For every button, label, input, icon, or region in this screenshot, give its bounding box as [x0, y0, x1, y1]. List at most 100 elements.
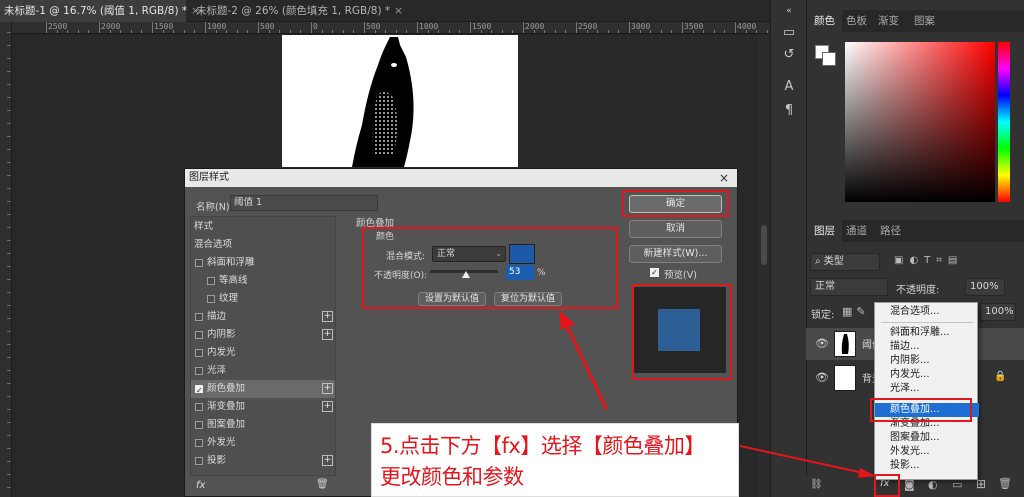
- ruler-tick: [629, 22, 630, 33]
- paragraph-icon[interactable]: ¶: [780, 102, 798, 120]
- effect-label: 颜色叠加: [207, 383, 246, 394]
- sidebar-effect-item[interactable]: 渐变叠加 +: [191, 398, 335, 416]
- menu-item-drop-shadow[interactable]: 投影...: [875, 459, 979, 473]
- ruler-tick: [173, 30, 175, 33]
- ruler-tick: [7, 45, 11, 46]
- close-tab-icon[interactable]: ×: [394, 5, 403, 17]
- visibility-eye-icon[interactable]: 👁: [815, 337, 829, 350]
- link-layers-icon[interactable]: ⛓: [810, 479, 823, 490]
- effect-checkbox[interactable]: [195, 331, 203, 339]
- dialog-title: 图层样式: [189, 172, 229, 183]
- tab-patterns[interactable]: 图案: [907, 10, 942, 32]
- menu-item-outer-glow[interactable]: 外发光...: [875, 445, 979, 459]
- add-effect-icon[interactable]: +: [322, 329, 333, 340]
- add-effect-icon[interactable]: +: [322, 383, 333, 394]
- annotation-line-1: 5.点击下方【fx】选择【颜色叠加】: [380, 434, 705, 458]
- trash-icon[interactable]: 🗑: [316, 479, 329, 490]
- effect-checkbox[interactable]: [207, 277, 215, 285]
- sidebar-styles-header[interactable]: 样式: [191, 218, 335, 236]
- history-icon[interactable]: ↺: [780, 46, 798, 64]
- tab-gradients[interactable]: 渐变: [871, 10, 906, 32]
- cancel-button[interactable]: 取消: [629, 220, 722, 238]
- preview-checkbox[interactable]: ✓: [650, 268, 659, 277]
- effect-checkbox[interactable]: [195, 349, 203, 357]
- layer-filter-icons[interactable]: ▣◐T⌗▤: [894, 255, 963, 266]
- ruler-tick: [268, 30, 270, 33]
- scrollbar-thumb[interactable]: [761, 225, 767, 265]
- ruler-tick: [586, 30, 588, 33]
- sidebar-effect-item[interactable]: 纹理: [191, 290, 335, 308]
- effect-checkbox[interactable]: [195, 421, 203, 429]
- document-tab-2[interactable]: 未标题-2 @ 26% (颜色填充 1, RGB/8) * ×: [192, 0, 403, 22]
- sidebar-effect-item[interactable]: 内阴影 +: [191, 326, 335, 344]
- menu-item-satin[interactable]: 光泽...: [875, 382, 979, 396]
- close-icon[interactable]: ×: [719, 169, 729, 187]
- name-field[interactable]: 阈值 1: [230, 195, 378, 211]
- collapse-icon[interactable]: «: [780, 2, 798, 20]
- effect-checkbox[interactable]: [195, 439, 203, 447]
- lock-icons[interactable]: ▦✎: [842, 305, 870, 318]
- ruler-tick: [618, 30, 620, 33]
- menu-item-stroke[interactable]: 描边...: [875, 340, 979, 354]
- ruler-tick: [7, 84, 11, 85]
- effect-checkbox[interactable]: [195, 457, 203, 465]
- hue-slider[interactable]: [998, 42, 1010, 202]
- ruler-label: 3500: [684, 22, 704, 31]
- fx-icon[interactable]: fx: [196, 480, 205, 491]
- add-effect-icon[interactable]: +: [322, 401, 333, 412]
- sidebar-effect-item[interactable]: 投影 +: [191, 452, 335, 470]
- vertical-ruler: [0, 22, 12, 497]
- document-canvas[interactable]: [282, 35, 518, 167]
- sidebar-effect-item[interactable]: 描边 +: [191, 308, 335, 326]
- tab-color[interactable]: 颜色: [807, 10, 842, 32]
- tab-layers[interactable]: 图层: [807, 220, 842, 242]
- menu-item-blending-options[interactable]: 混合选项...: [875, 305, 979, 319]
- ruler-tick: [395, 30, 397, 33]
- sidebar-effect-item[interactable]: 颜色叠加 +: [191, 380, 335, 400]
- effect-checkbox[interactable]: [195, 259, 203, 267]
- menu-item-bevel-emboss[interactable]: 斜面和浮雕...: [875, 326, 979, 340]
- menu-item-inner-glow[interactable]: 内发光...: [875, 368, 979, 382]
- ruler-tick: [7, 305, 11, 306]
- sidebar-effect-item[interactable]: 等高线: [191, 272, 335, 290]
- ruler-label: 1000: [207, 22, 227, 31]
- ruler-tick: [7, 383, 11, 384]
- visibility-eye-icon[interactable]: 👁: [815, 371, 829, 384]
- layer-opacity-field[interactable]: 100%: [965, 278, 1005, 296]
- vertical-scrollbar[interactable]: [758, 35, 770, 497]
- sidebar-effect-item[interactable]: 斜面和浮雕: [191, 254, 335, 272]
- add-effect-icon[interactable]: +: [322, 455, 333, 466]
- sidebar-effect-item[interactable]: 内发光: [191, 344, 335, 362]
- effect-checkbox[interactable]: [195, 403, 203, 411]
- tab-channels[interactable]: 通道: [839, 220, 874, 242]
- tab-paths[interactable]: 路径: [873, 220, 908, 242]
- effect-checkbox[interactable]: [195, 313, 203, 321]
- new-style-button[interactable]: 新建样式(W)...: [629, 245, 722, 263]
- effect-checkbox[interactable]: [207, 295, 215, 303]
- ruler-tick: [713, 30, 715, 33]
- delete-layer-icon[interactable]: 🗑: [998, 477, 1012, 490]
- highlight-preview: [632, 284, 732, 380]
- ruler-tick: [7, 370, 11, 371]
- ruler-tick: [7, 188, 11, 189]
- color-picker-field[interactable]: [845, 42, 995, 202]
- sidebar-effect-item[interactable]: 光泽: [191, 362, 335, 380]
- menu-item-inner-shadow[interactable]: 内阴影...: [875, 354, 979, 368]
- effect-checkbox[interactable]: [195, 367, 203, 375]
- sidebar-effect-item[interactable]: 外发光: [191, 434, 335, 452]
- sidebar-effect-item[interactable]: 图案叠加: [191, 416, 335, 434]
- menu-item-pattern-overlay[interactable]: 图案叠加...: [875, 431, 979, 445]
- layer-blend-mode-dropdown[interactable]: 正常: [810, 278, 888, 296]
- ruler-tick: [289, 30, 291, 33]
- ruler-tick: [7, 32, 11, 33]
- comment-icon[interactable]: ▭: [780, 24, 798, 42]
- background-color-swatch[interactable]: [822, 52, 836, 66]
- effect-checkbox[interactable]: [195, 382, 203, 400]
- layer-filter-dropdown[interactable]: ⌕ 类型: [810, 253, 880, 271]
- fill-field[interactable]: 100%: [980, 303, 1016, 321]
- document-tab-1[interactable]: 未标题-1 @ 16.7% (阈值 1, RGB/8) * ×: [0, 0, 200, 22]
- tab-swatches[interactable]: 色板: [839, 10, 874, 32]
- sidebar-blending-options[interactable]: 混合选项: [191, 236, 335, 254]
- character-icon[interactable]: A: [780, 78, 798, 96]
- add-effect-icon[interactable]: +: [322, 311, 333, 322]
